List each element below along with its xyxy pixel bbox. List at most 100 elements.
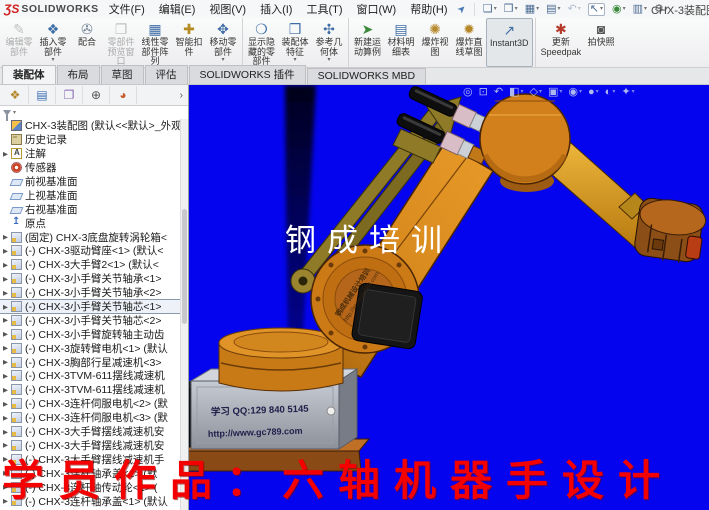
tree-item[interactable]: ▶ (-) CHX-3连杆伺服电机<2> (默 <box>0 397 181 411</box>
ribbon-tab[interactable]: SOLIDWORKS 插件 <box>189 65 306 84</box>
expand-arrow-icon[interactable]: ▶ <box>1 233 10 241</box>
filter-dropdown-arrow-icon[interactable]: ▾ <box>13 109 16 116</box>
panel-overflow-chevron-icon[interactable]: › <box>180 90 186 101</box>
command-button[interactable]: ❒ 装配体 特征 ▾ <box>278 18 312 67</box>
expand-arrow-icon[interactable]: ▶ <box>1 330 10 338</box>
filter-funnel-icon[interactable] <box>3 110 11 116</box>
command-button[interactable]: ✣ 参考几 何体 ▾ <box>312 18 346 67</box>
dropdown-arrow-icon[interactable]: ▾ <box>612 86 615 99</box>
command-button[interactable]: ➤ 新建运 动算例 ▾ <box>348 18 384 67</box>
expand-arrow-icon[interactable]: ▶ <box>1 372 10 380</box>
dropdown-arrow-icon[interactable]: ▾ <box>596 86 599 99</box>
ribbon-tab[interactable]: 装配体 <box>2 65 56 84</box>
command-button[interactable]: ✹ 爆炸直 线草图 ▾ <box>452 18 486 67</box>
save[interactable]: ▦▾ <box>525 4 539 15</box>
configurationmanager-tab[interactable]: ❐ <box>56 86 83 104</box>
view-orientation[interactable]: ◇▾ <box>529 86 541 99</box>
tree-item[interactable]: ▶ 原点 <box>0 216 181 230</box>
tree-item[interactable]: ▶ 历史记录 <box>0 133 181 147</box>
hide-show-items[interactable]: ◉▾ <box>568 86 582 99</box>
new-document[interactable]: ❏▾ <box>483 4 497 15</box>
section-view[interactable]: ◧▾ <box>509 86 523 99</box>
ribbon-tab[interactable]: 评估 <box>145 65 188 84</box>
command-button[interactable]: ✥ 移动零 部件 ▾ <box>206 18 240 67</box>
command-button[interactable]: ◙ 拍快照 ▾ <box>584 18 618 67</box>
tree-item[interactable]: ▶ 注解 <box>0 147 181 161</box>
dropdown-arrow-icon[interactable]: ▾ <box>539 86 542 99</box>
command-button[interactable]: ▤ 材料明 细表 ▾ <box>384 18 418 67</box>
expand-arrow-icon[interactable]: ▶ <box>1 275 10 283</box>
propertymanager-tab[interactable]: ▤ <box>29 86 56 104</box>
expand-arrow-icon[interactable]: ▶ <box>1 247 10 255</box>
menu-item[interactable]: 文件(F) <box>109 1 145 17</box>
dropdown-arrow-icon[interactable]: ▾ <box>520 86 523 99</box>
wrist-block[interactable] <box>633 196 708 266</box>
command-button[interactable]: ✺ 爆炸视 图 ▾ <box>418 18 452 67</box>
tree-item[interactable]: ▶ (-) CHX-3TVM-611摆线减速机 <box>0 369 181 383</box>
tree-item[interactable]: ▶ 右视基准面 <box>0 202 181 216</box>
tree-item[interactable]: ▶ 上视基准面 <box>0 188 181 202</box>
tree-item[interactable]: ▶ (-) CHX-3胸部行星减速机<3> <box>0 355 181 369</box>
command-button[interactable]: ❐ 零部件 预览窗 口 ▾ <box>104 18 138 67</box>
tree-item[interactable]: ▶ (-) CHX-3TVM-611摆线减速机 <box>0 383 181 397</box>
menu-item[interactable]: 工具(T) <box>306 1 342 17</box>
expand-arrow-icon[interactable]: ▶ <box>1 428 10 436</box>
undo[interactable]: ↶▾ <box>568 4 581 15</box>
rebuild[interactable]: ◉▾ <box>612 4 626 15</box>
tree-item[interactable]: ▶ (-) CHX-3小手臂旋转轴主动齿 <box>0 327 181 341</box>
print[interactable]: ▤▾ <box>546 4 560 15</box>
dropdown-arrow-icon[interactable]: ▾ <box>632 86 635 99</box>
menu-item[interactable]: 编辑(E) <box>159 1 196 17</box>
tree-item[interactable]: ▶ (-) CHX-3连杆伺服电机<3> (默 <box>0 411 181 425</box>
expand-arrow-icon[interactable]: ▶ <box>1 400 10 408</box>
tree-item[interactable]: ▶ (-) CHX-3旋转臂电机<1> (默认 <box>0 341 181 355</box>
graphics-viewport[interactable]: ◎▾⊡▾↶▾◧▾◇▾▣▾◉▾●▾◐▾✦▾ <box>189 85 709 510</box>
open-document[interactable]: ❒▾ <box>504 4 518 15</box>
command-button[interactable]: ✚ 智能扣 件 ▾ <box>172 18 206 67</box>
select-tool[interactable]: ↖▾ <box>588 3 605 16</box>
expand-arrow-icon[interactable]: ▶ <box>1 441 10 449</box>
displaymanager-tab[interactable]: ◕ <box>110 86 137 104</box>
ribbon-tab[interactable]: 布局 <box>57 65 100 84</box>
dropdown-arrow-icon[interactable]: ▾ <box>559 86 562 99</box>
dropdown-arrow-icon[interactable]: ▾ <box>221 58 224 63</box>
turntable[interactable] <box>219 328 343 391</box>
command-button[interactable]: ▦ 线性零 部件阵 列 ▾ <box>138 18 172 67</box>
dropdown-arrow-icon[interactable]: ▾ <box>51 58 54 63</box>
pin-menu-icon[interactable]: ➤ <box>455 2 469 16</box>
tree-item[interactable]: ▶ (-) CHX-3大手臂2<1> (默认< <box>0 258 181 272</box>
ribbon-tab[interactable]: SOLIDWORKS MBD <box>307 68 426 84</box>
expand-arrow-icon[interactable]: ▶ <box>1 414 10 422</box>
expand-arrow-icon[interactable]: ▶ <box>1 358 10 366</box>
dropdown-arrow-icon[interactable]: ▾ <box>579 86 582 99</box>
command-button[interactable]: ✎ 编辑零 部件 ▾ <box>2 18 36 67</box>
command-button[interactable]: ✇ 配合 ▾ <box>70 18 104 67</box>
command-button[interactable]: ❍ 显示隐 藏的零 部件 ▾ <box>242 18 278 67</box>
menu-item[interactable]: 窗口(W) <box>357 1 397 17</box>
dropdown-arrow-icon[interactable]: ▾ <box>536 4 539 15</box>
tree-item[interactable]: ▶ (-) CHX-3小手臂关节轴芯<1> <box>0 300 181 314</box>
tree-item[interactable]: ▶ (-) CHX-3驱动臂座<1> (默认< <box>0 244 181 258</box>
display-style[interactable]: ▣▾ <box>548 86 562 99</box>
dropdown-arrow-icon[interactable]: ▾ <box>515 4 518 15</box>
expand-arrow-icon[interactable]: ▶ <box>1 150 10 158</box>
tree-item[interactable]: ▶ (-) CHX-3小手臂关节轴承<2> <box>0 286 181 300</box>
dropdown-arrow-icon[interactable]: ▾ <box>578 4 581 15</box>
dropdown-arrow-icon[interactable]: ▾ <box>623 4 626 15</box>
edit-appearance[interactable]: ●▾ <box>588 86 599 99</box>
command-button[interactable]: ↗ Instant3D ▾ <box>486 18 533 67</box>
tree-item[interactable]: ▶ 前视基准面 <box>0 175 181 189</box>
tree-item[interactable]: ▶ 传感器 <box>0 161 181 175</box>
dropdown-arrow-icon[interactable]: ▾ <box>644 4 647 15</box>
zoom-to-area[interactable]: ⊡▾ <box>479 86 488 99</box>
tree-item[interactable]: ▶ (-) CHX-3小手臂关节轴承<1> <box>0 272 181 286</box>
menu-item[interactable]: 视图(V) <box>209 1 246 17</box>
tree-item[interactable]: ▶ (-) CHX-3小手臂关节轴芯<2> <box>0 313 181 327</box>
dropdown-arrow-icon[interactable]: ▾ <box>494 4 497 15</box>
dimxpertmanager-tab[interactable]: ⊕ <box>83 86 110 104</box>
dropdown-arrow-icon[interactable]: ▾ <box>600 4 603 15</box>
tree-scrollbar-thumb[interactable] <box>182 209 187 324</box>
file-properties[interactable]: ▥▾ <box>633 4 647 15</box>
tree-item[interactable]: ▶ CHX-3装配图 (默认<<默认>_外观 <box>0 119 181 133</box>
menu-item[interactable]: 插入(I) <box>260 1 292 17</box>
